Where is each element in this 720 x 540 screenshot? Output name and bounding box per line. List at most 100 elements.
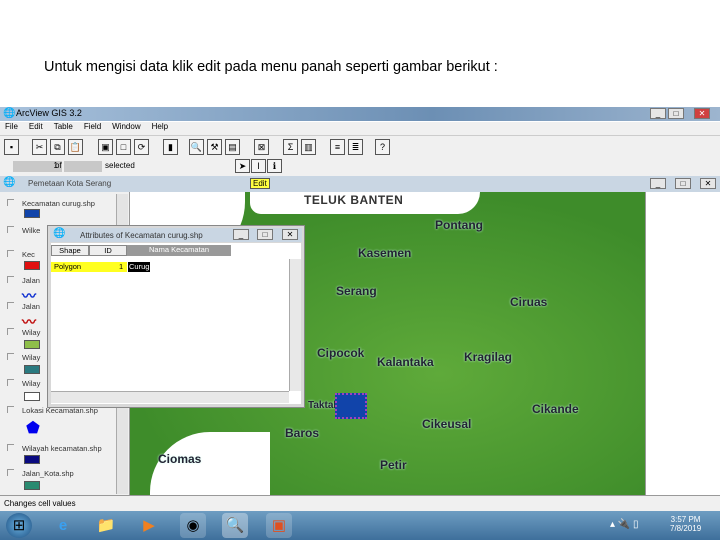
layer-swatch [24, 481, 40, 490]
layer-name[interactable]: Kecamatan curug.shp [22, 199, 95, 208]
statistics-icon[interactable]: ▥ [301, 139, 316, 155]
view-maximize-button[interactable]: □ [675, 178, 691, 189]
cell-nama-kecamatan-editing[interactable]: Curug [128, 262, 151, 272]
view-close-button[interactable]: ✕ [700, 178, 716, 189]
layer-checkbox[interactable] [7, 328, 14, 335]
select-none-icon[interactable]: □ [116, 139, 131, 155]
place-label: Kragilag [464, 350, 513, 364]
layer-name[interactable]: Jalan [22, 276, 40, 285]
column-header-shape[interactable]: Shape [51, 245, 89, 256]
toolbar: ▪ ✂ ⧉ 📋 ▣ □ ⟳ ▮ 🔍 ⚒ ▤ ⊠ Σ ▥ ≡ ≣ ? [0, 135, 720, 158]
status-bar: Changes cell values [0, 495, 720, 511]
layer-name[interactable]: Jalan [22, 302, 40, 311]
edit-tool-icon[interactable]: I [251, 159, 266, 173]
attributes-dialog: 🌐 Attributes of Kecamatan curug.shp _ □ … [47, 225, 305, 408]
of-label: of [55, 161, 62, 170]
close-button[interactable]: ✕ [694, 108, 710, 119]
sort-descending-icon[interactable]: ≣ [348, 139, 363, 155]
cut-icon[interactable]: ✂ [32, 139, 47, 155]
layer-name[interactable]: Wilay [22, 328, 40, 337]
column-header-id[interactable]: ID [89, 245, 127, 256]
view-title: Pemetaan Kota Serang [28, 179, 112, 188]
minimize-button[interactable]: _ [650, 108, 666, 119]
dialog-vertical-scrollbar[interactable] [289, 259, 301, 391]
switch-selection-icon[interactable]: ⟳ [134, 139, 149, 155]
arcview-taskbar-icon[interactable]: 🔍 [222, 513, 248, 538]
app-title-bar: 🌐 ArcView GIS 3.2 _ □ ✕ [0, 107, 720, 121]
menu-table[interactable]: Table [54, 122, 73, 135]
dialog-maximize-button[interactable]: □ [257, 229, 273, 240]
menu-window[interactable]: Window [112, 122, 140, 135]
dialog-title: Attributes of Kecamatan curug.shp [80, 231, 203, 240]
internet-explorer-icon[interactable]: e [50, 513, 76, 538]
layer-checkbox[interactable] [7, 469, 14, 476]
help-icon[interactable]: ? [375, 139, 390, 155]
layer-name[interactable]: Wilay [22, 379, 40, 388]
pointer-tool-icon[interactable]: ➤ [235, 159, 250, 173]
layer-swatch [24, 209, 40, 218]
layer-checkbox[interactable] [7, 226, 14, 233]
layer-checkbox[interactable] [7, 444, 14, 451]
maximize-button[interactable]: □ [668, 108, 684, 119]
place-label: Cikeusal [422, 417, 472, 431]
copy-icon[interactable]: ⧉ [50, 139, 65, 155]
layer-checkbox[interactable] [7, 199, 14, 206]
place-label: Cikande [532, 402, 579, 416]
layer-checkbox[interactable] [7, 302, 14, 309]
tray-icons[interactable]: ▴ 🔌 ▯ [610, 519, 639, 530]
clock-date[interactable]: 7/8/2019 [670, 524, 701, 533]
instruction-caption: Untuk mengisi data klik edit pada menu p… [44, 59, 498, 75]
layer-checkbox[interactable] [7, 276, 14, 283]
chart-icon[interactable]: ▮ [163, 139, 178, 155]
menu-help[interactable]: Help [152, 122, 168, 135]
table-row[interactable]: Polygon 1 [51, 262, 127, 272]
layer-name[interactable]: Wilayah kecamatan.shp [22, 444, 102, 453]
dialog-minimize-button[interactable]: _ [233, 229, 249, 240]
layer-swatch [24, 365, 40, 374]
query-icon[interactable]: ⚒ [207, 139, 222, 155]
place-label: TELUK BANTEN [302, 193, 406, 207]
place-label: Kalantaka [377, 355, 434, 369]
dialog-close-button[interactable]: ✕ [282, 229, 298, 240]
layer-name[interactable]: Wilke [22, 226, 40, 235]
layer-name[interactable]: Kec [22, 250, 35, 259]
cell-id: 1 [119, 262, 124, 271]
file-explorer-icon[interactable]: 📁 [93, 513, 119, 538]
select-all-icon[interactable]: ▣ [98, 139, 113, 155]
start-button[interactable]: ⊞ [6, 513, 32, 538]
paste-icon[interactable]: 📋 [68, 139, 83, 155]
layer-checkbox[interactable] [7, 406, 14, 413]
save-icon[interactable]: ▪ [4, 139, 19, 155]
summarize-icon[interactable]: Σ [283, 139, 298, 155]
find-icon[interactable]: 🔍 [189, 139, 204, 155]
chrome-icon[interactable]: ◉ [180, 513, 206, 538]
clock-time[interactable]: 3:57 PM [670, 515, 701, 524]
sort-ascending-icon[interactable]: ≡ [330, 139, 345, 155]
view-minimize-button[interactable]: _ [650, 178, 666, 189]
edit-tooltip: Edit [250, 178, 270, 189]
column-header-nama-kecamatan[interactable]: Nama Kecamatan [127, 245, 231, 256]
layer-checkbox[interactable] [7, 379, 14, 386]
layer-checkbox[interactable] [7, 250, 14, 257]
menu-edit[interactable]: Edit [29, 122, 43, 135]
menu-field[interactable]: Field [84, 122, 101, 135]
view-title-bar: 🌐 Pemetaan Kota Serang Edit _ □ ✕ [0, 176, 720, 192]
calculate-icon[interactable]: ▤ [225, 139, 240, 155]
arcview-globe-icon: 🌐 [3, 108, 16, 119]
powerpoint-icon[interactable]: ▣ [266, 513, 292, 538]
menu-file[interactable]: File [5, 122, 18, 135]
identify-tool-icon[interactable]: ℹ [267, 159, 282, 173]
selected-polygon-curug[interactable] [335, 393, 367, 419]
selection-row: 1 of selected ➤ I ℹ [0, 158, 720, 176]
layer-name[interactable]: Jalan_Kota.shp [22, 469, 74, 478]
dialog-horizontal-scrollbar[interactable] [51, 391, 289, 403]
layer-name[interactable]: Wilay [22, 353, 40, 362]
place-label: Cipocok [317, 346, 365, 360]
layer-checkbox[interactable] [7, 353, 14, 360]
place-label: Petir [380, 458, 407, 472]
cell-shape: Polygon [54, 262, 82, 271]
media-player-icon[interactable]: ▶ [136, 513, 162, 538]
menu-bar: File Edit Table Field Window Help [0, 122, 720, 135]
windows-taskbar: ⊞ e 📁 ▶ ◉ 🔍 ▣ ▴ 🔌 ▯ 3:57 PM 7/8/2019 [0, 511, 720, 540]
promote-icon[interactable]: ⊠ [254, 139, 269, 155]
